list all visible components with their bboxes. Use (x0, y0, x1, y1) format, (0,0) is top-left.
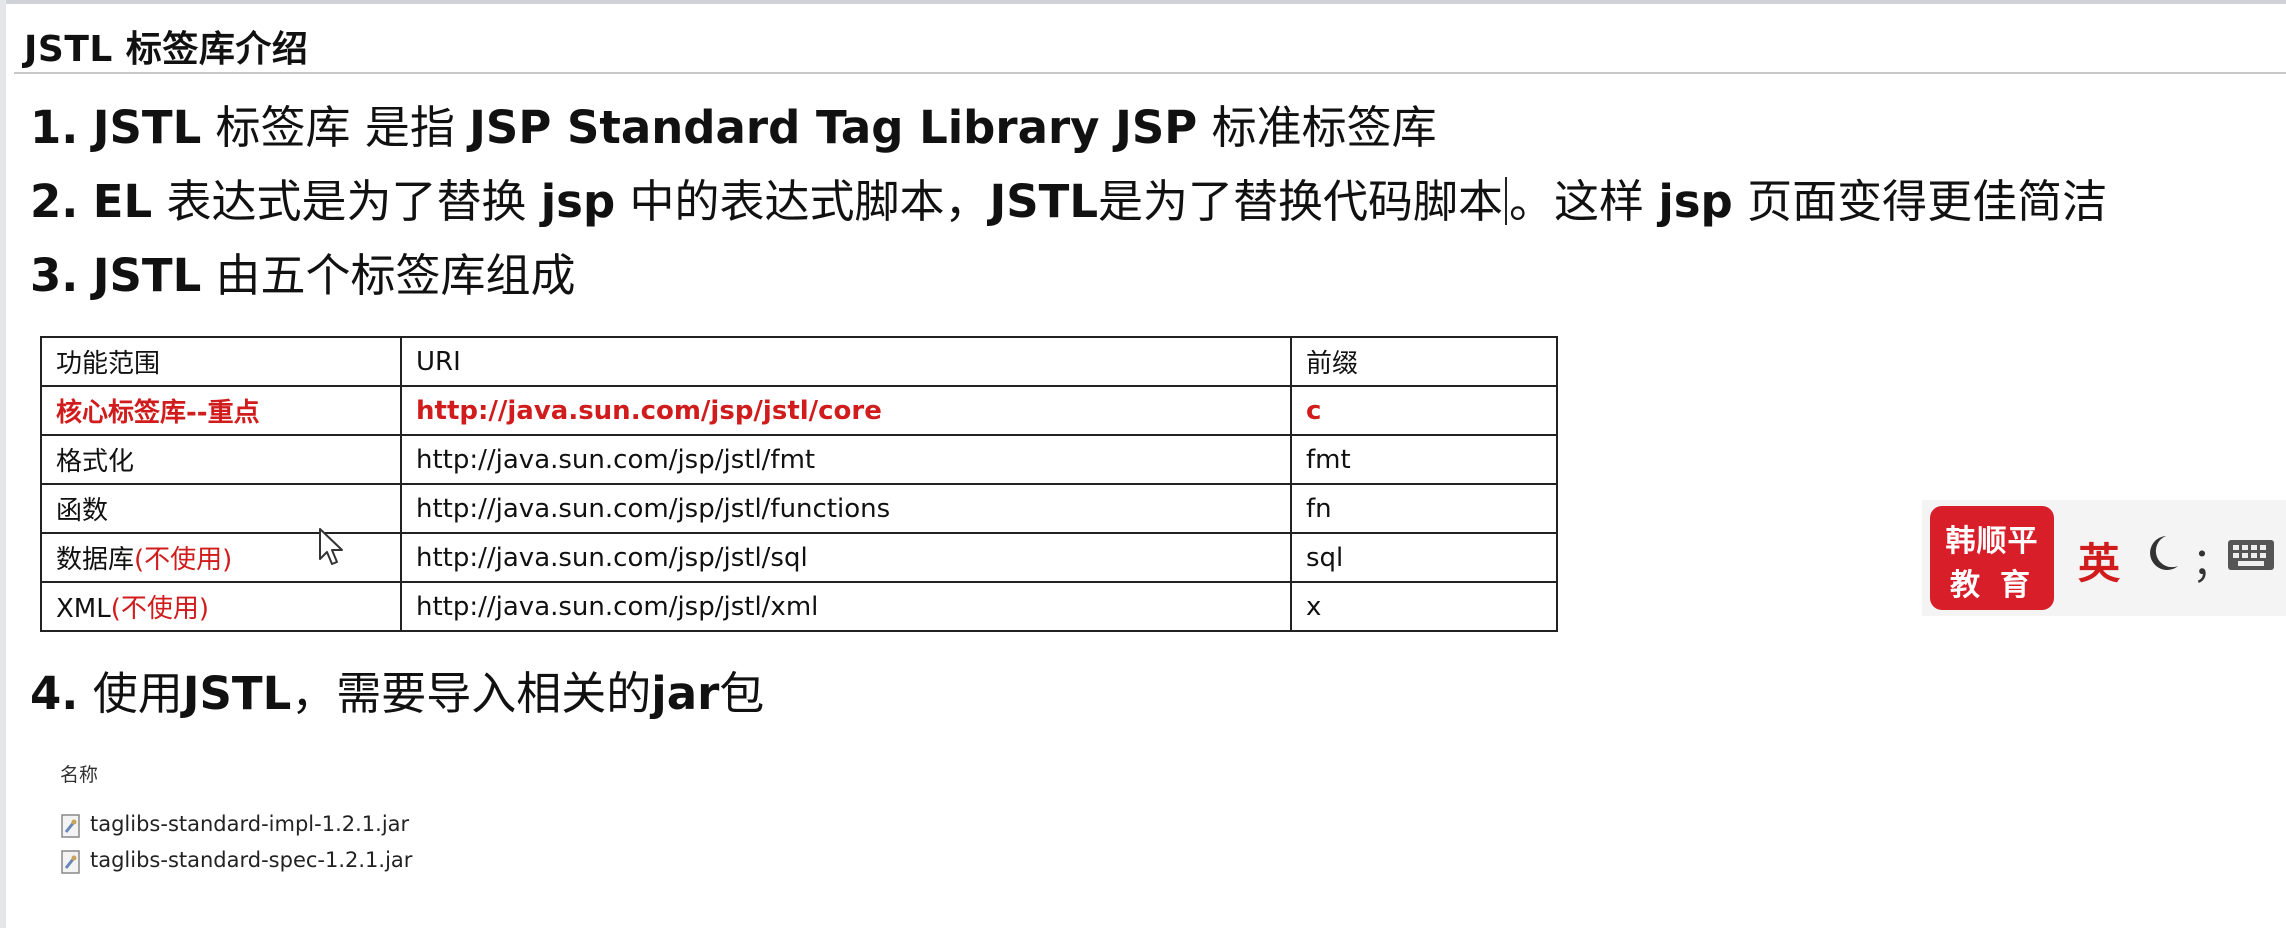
row-scope: 函数 (40, 483, 402, 534)
table-row: XML(不使用) http://java.sun.com/jsp/jstl/xm… (40, 581, 1558, 632)
point-3-text: 由五个标签库组成 (201, 249, 576, 302)
row-uri: http://java.sun.com/jsp/jstl/sql (400, 532, 1292, 583)
table-row: 核心标签库--重点 http://java.sun.com/jsp/jstl/c… (40, 385, 1558, 436)
point-2[interactable]: 2. EL 表达式是为了替换 jsp 中的表达式脚本，JSTL是为了替换代码脚本… (30, 172, 2107, 232)
table-row: 格式化 http://java.sun.com/jsp/jstl/fmt fmt (40, 434, 1558, 485)
point-2-term: EL (92, 175, 153, 228)
table-header-row: 功能范围 URI 前缀 (40, 336, 1558, 387)
point-1-term-2: JSP Standard Tag Library JSP (469, 101, 1198, 154)
point-3: 3. JSTL 由五个标签库组成 (30, 246, 576, 306)
logo-line-2: 教育 (1950, 568, 2050, 603)
point-4-text: 使用 (92, 667, 183, 720)
mouse-pointer-icon (318, 527, 348, 573)
row-prefix: fmt (1290, 434, 1558, 485)
row-scope-note: (不使用) (110, 594, 210, 624)
point-4-term-2: jar (651, 667, 720, 720)
header-uri: URI (400, 336, 1292, 387)
point-2-text: 表达式是为了替换 (152, 175, 541, 228)
row-scope: 核心标签库--重点 (40, 385, 402, 436)
window-left-edge (0, 0, 6, 928)
point-1-text: 标签库 是指 (201, 101, 470, 154)
row-prefix: c (1290, 385, 1558, 436)
point-2-term-3: JSTL (989, 175, 1099, 228)
ime-language-toggle[interactable]: 英 (2078, 530, 2120, 591)
point-2-text-4: 。这样 (1509, 175, 1659, 228)
point-2-number: 2. (30, 175, 79, 228)
point-4: 4. 使用JSTL，需要导入相关的jar包 (30, 664, 764, 724)
row-scope: XML(不使用) (40, 581, 402, 632)
point-2-term-2: jsp (540, 175, 616, 228)
tag-library-table: 功能范围 URI 前缀 核心标签库--重点 http://java.sun.co… (40, 336, 1558, 632)
point-3-term: JSTL (92, 249, 202, 302)
moon-icon[interactable] (2144, 532, 2184, 578)
point-2-term-4: jsp (1658, 175, 1733, 228)
table-row: 数据库(不使用) http://java.sun.com/jsp/jstl/sq… (40, 532, 1558, 583)
window-top-edge (0, 0, 2286, 4)
header-prefix: 前缀 (1290, 336, 1558, 387)
jar-file-icon (60, 850, 82, 879)
text-caret (1505, 177, 1508, 225)
point-1-text-2: 标准标签库 (1197, 101, 1437, 154)
row-uri: http://java.sun.com/jsp/jstl/fmt (400, 434, 1292, 485)
point-4-text-2: ，需要导入相关的 (291, 667, 652, 720)
row-scope-name: 函数 (56, 496, 109, 526)
file-name: taglibs-standard-spec-1.2.1.jar (90, 848, 413, 872)
logo-line-1: 韩顺平 (1945, 524, 2039, 559)
ime-toolbar: 韩顺平 教育 英 ； (1922, 500, 2286, 616)
brand-logo: 韩顺平 教育 (1930, 506, 2054, 610)
point-2-text-2: 中的表达式脚本， (615, 175, 990, 228)
row-prefix: x (1290, 581, 1558, 632)
point-1-number: 1. (30, 101, 79, 154)
file-list-header: 名称 (60, 764, 99, 786)
point-1-term: JSTL (92, 101, 202, 154)
keyboard-icon[interactable] (2226, 538, 2276, 576)
row-scope-name: 数据库 (56, 545, 135, 575)
row-uri: http://java.sun.com/jsp/jstl/xml (400, 581, 1292, 632)
point-2-text-5: 页面变得更佳简洁 (1732, 175, 2108, 228)
header-scope: 功能范围 (40, 336, 402, 387)
row-scope-note: (不使用) (134, 545, 233, 575)
row-uri: http://java.sun.com/jsp/jstl/functions (400, 483, 1292, 534)
row-scope: 格式化 (40, 434, 402, 485)
row-scope-name: 核心标签库--重点 (56, 398, 260, 428)
row-prefix: sql (1290, 532, 1558, 583)
point-1: 1. JSTL 标签库 是指 JSP Standard Tag Library … (30, 98, 1437, 158)
point-3-number: 3. (30, 249, 79, 302)
row-prefix: fn (1290, 483, 1558, 534)
slide-title: JSTL 标签库介绍 (24, 29, 309, 70)
row-scope-name: XML (56, 594, 111, 624)
row-uri: http://java.sun.com/jsp/jstl/core (400, 385, 1292, 436)
point-2-text-3: 是为了替换代码脚本 (1098, 175, 1504, 228)
file-name: taglibs-standard-impl-1.2.1.jar (90, 812, 410, 836)
row-scope-name: 格式化 (56, 447, 135, 477)
slide-title-bar: JSTL 标签库介绍 (14, 8, 2286, 74)
table-row: 函数 http://java.sun.com/jsp/jstl/function… (40, 483, 1558, 534)
point-4-number: 4. (30, 667, 79, 720)
point-4-text-3: 包 (719, 667, 765, 720)
jar-file-icon (60, 814, 82, 843)
point-4-term: JSTL (182, 667, 292, 720)
